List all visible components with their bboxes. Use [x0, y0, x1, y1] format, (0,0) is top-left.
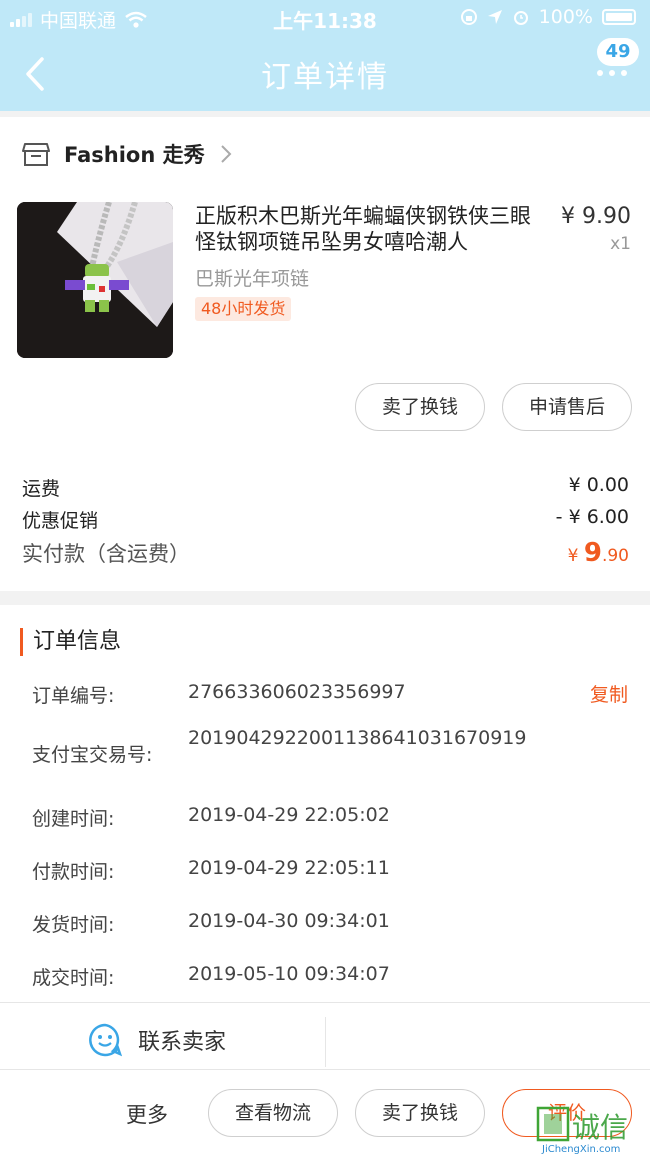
completed-time-value: 2019-05-10 09:34:07 [188, 963, 390, 985]
view-logistics-button[interactable]: 查看物流 [208, 1089, 338, 1137]
promotion-value: - ¥ 6.00 [555, 506, 629, 528]
paid-time-label: 付款时间: [32, 861, 115, 883]
message-count-badge[interactable]: 49 [597, 38, 639, 66]
copy-order-number-button[interactable]: 复制 [590, 680, 628, 707]
product-image [17, 202, 173, 358]
sell-for-cash-bottom-button[interactable]: 卖了换钱 [355, 1089, 485, 1137]
store-icon [22, 143, 50, 166]
more-actions-button[interactable]: 更多 [126, 1099, 168, 1129]
battery-icon [602, 9, 636, 25]
total-paid-row: 实付款（含运费） ¥ 9.90 [22, 538, 629, 568]
promotion-label: 优惠促销 [22, 510, 99, 532]
order-number-label: 订单编号: [32, 685, 115, 707]
contact-seller-label: 联系卖家 [138, 1030, 227, 1055]
product-thumbnail[interactable] [17, 202, 173, 358]
top-bar: 中国联通 上午11:38 100% 订单详情 49 [0, 0, 650, 111]
chevron-right-icon [220, 145, 232, 163]
order-number-value: 276633606023356997 [188, 681, 406, 703]
total-paid-value: ¥ 9.90 [568, 538, 629, 568]
total-paid-label: 实付款（含运费） [22, 542, 190, 566]
shop-name: Fashion 走秀 [64, 143, 205, 167]
currency-symbol: ¥ [567, 546, 579, 566]
battery-percent: 100% [538, 6, 593, 28]
alipay-trade-no-label: 支付宝交易号: [32, 744, 153, 766]
completed-time-label: 成交时间: [32, 967, 115, 989]
paid-time-value: 2019-04-29 22:05:11 [188, 857, 390, 879]
svg-text:诚信: 诚信 [572, 1111, 628, 1144]
shipping-fee-value: ¥ 0.00 [568, 474, 629, 496]
more-menu-icon[interactable] [597, 70, 627, 76]
svg-text:JiChengXin.com: JiChengXin.com [541, 1144, 620, 1155]
promotion-row: 优惠促销 - ¥ 6.00 [22, 506, 629, 533]
product-title[interactable]: 正版积木巴斯光年蝙蝠侠钢铁侠三眼怪钛钢项链吊坠男女嘻哈潮人 [195, 203, 550, 255]
request-after-sale-button[interactable]: 申请售后 [502, 383, 632, 431]
section-gap [0, 591, 650, 605]
alarm-icon [513, 11, 528, 25]
watermark-logo: 诚信 JiChengXin.com [536, 1106, 628, 1155]
section-gap [0, 111, 650, 117]
status-bar: 中国联通 上午11:38 100% [0, 0, 650, 36]
product-price: ¥ 9.90 [561, 204, 631, 229]
product-quantity: x1 [610, 234, 631, 254]
total-decimal: .90 [601, 546, 629, 566]
alipay-trade-no-value: 2019042922001138641031670919 [188, 727, 527, 749]
divider [0, 1069, 650, 1070]
shipped-time-value: 2019-04-30 09:34:01 [188, 910, 390, 932]
created-time-value: 2019-04-29 22:05:02 [188, 804, 390, 826]
shipped-time-label: 发货时间: [32, 914, 115, 936]
vertical-divider [325, 1017, 326, 1067]
product-variant: 巴斯光年项链 [195, 268, 310, 290]
page-title: 订单详情 [261, 60, 389, 95]
rotation-lock-icon [460, 9, 477, 25]
shipping-tag: 48小时发货 [195, 297, 292, 321]
shop-link[interactable]: Fashion 走秀 [22, 138, 233, 170]
shipping-fee-row: 运费 ¥ 0.00 [22, 474, 629, 501]
chat-bubble-icon [89, 1023, 122, 1057]
sell-for-cash-button[interactable]: 卖了换钱 [355, 383, 485, 431]
location-icon [487, 10, 502, 24]
shipping-fee-label: 运费 [22, 478, 61, 500]
divider [0, 1002, 650, 1003]
total-integer: 9 [583, 538, 602, 568]
contact-seller-button[interactable]: 联系卖家 [88, 1023, 226, 1057]
created-time-label: 创建时间: [32, 808, 115, 830]
order-info-heading: 订单信息 [20, 628, 121, 656]
